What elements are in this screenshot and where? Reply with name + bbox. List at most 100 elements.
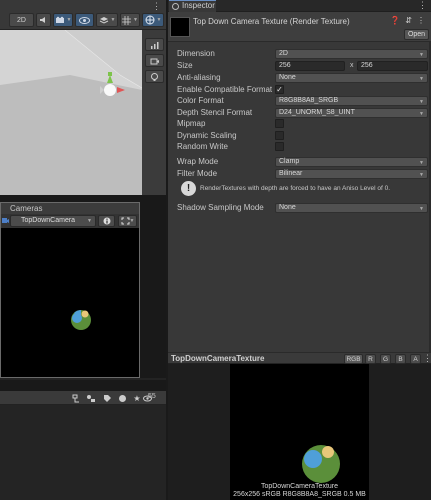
panel-divider[interactable] [0, 378, 166, 380]
render-texture-icon [170, 17, 190, 37]
wrap-mode-label: Wrap Mode [177, 157, 219, 166]
scene-viewport[interactable] [0, 30, 142, 195]
anti-aliasing-value: None [279, 74, 296, 81]
dynamic-scaling-label: Dynamic Scaling [177, 131, 237, 140]
random-write-checkbox[interactable] [275, 142, 284, 151]
camera-settings-button[interactable] [145, 54, 164, 67]
layers-icon [99, 17, 108, 24]
channel-a-label: A [413, 355, 418, 363]
effects-icon [55, 16, 64, 23]
scene-toolbar: 2D ▼ ▼ ▼ ▼ ⋮ [0, 0, 166, 30]
depth-stencil-format-dropdown[interactable]: D24_UNORM_S8_UINT ▼ [275, 108, 428, 118]
hierarchy-toolbar: ★ 55 [0, 391, 166, 405]
hidden-count: 55 [148, 393, 156, 400]
audio-toggle-button[interactable] [36, 13, 51, 27]
draw-mode-button[interactable]: ▼ [96, 13, 118, 27]
open-button-label: Open [407, 31, 426, 38]
chevron-down-icon: ▼ [129, 218, 135, 224]
channel-a-button[interactable]: A [410, 354, 421, 364]
gizmos-toggle-button[interactable]: ▼ [142, 13, 164, 27]
toggle-2d-label: 2D [17, 16, 26, 24]
wrap-mode-value: Clamp [279, 158, 300, 165]
eye-icon [79, 16, 90, 24]
chevron-down-icon: ▼ [419, 160, 424, 166]
wrap-mode-dropdown[interactable]: Clamp ▼ [275, 157, 428, 167]
inspector-header: Top Down Camera Texture (Render Texture)… [168, 12, 431, 42]
depth-stencil-format-value: D24_UNORM_S8_UINT [279, 109, 355, 116]
color-format-value: R8G8B8A8_SRGB [279, 97, 339, 104]
kebab-icon[interactable]: ⋮ [152, 1, 161, 12]
cameras-overlay-bar: TopDownCamera ▼ ▼ [1, 214, 139, 228]
enable-compatible-format-checkbox[interactable]: ✓ [275, 85, 284, 94]
bulb-icon [151, 72, 158, 81]
grid-icon [122, 15, 132, 25]
channel-g-button[interactable]: G [380, 354, 391, 364]
open-button[interactable]: Open [404, 29, 429, 40]
camera-select-dropdown[interactable]: TopDownCamera ▼ [10, 215, 96, 227]
camera-select-value: TopDownCamera [21, 217, 76, 224]
scene-tree-icon[interactable] [70, 392, 82, 404]
tab-inspector[interactable]: Inspector [169, 0, 216, 12]
preset-icon[interactable]: ⇵ [405, 16, 412, 25]
dynamic-scaling-checkbox[interactable] [275, 131, 284, 140]
help-icon[interactable]: ❓ [390, 16, 400, 25]
chevron-down-icon: ▼ [419, 111, 424, 117]
light-settings-button[interactable] [145, 70, 164, 83]
kebab-icon[interactable]: ⋮ [423, 353, 431, 364]
fit-frame-icon [121, 217, 130, 225]
filter-by-type-icon[interactable] [85, 392, 97, 404]
chevron-down-icon: ▼ [66, 17, 72, 23]
chevron-down-icon: ▼ [133, 17, 138, 23]
anti-aliasing-dropdown[interactable]: None ▼ [275, 73, 428, 83]
kebab-icon[interactable]: ⋮ [417, 16, 425, 25]
chevron-down-icon: ▼ [419, 52, 424, 58]
depth-stencil-format-label: Depth Stencil Format [177, 108, 253, 117]
dimension-dropdown[interactable]: 2D ▼ [275, 49, 428, 59]
hierarchy-panel[interactable] [0, 405, 166, 500]
scene-geometry [0, 30, 142, 195]
chevron-down-icon: ▼ [110, 17, 116, 23]
size-x-label: x [350, 62, 354, 69]
camera-info-button[interactable] [98, 215, 115, 227]
visibility-toggle-button[interactable] [75, 13, 94, 27]
toggle-2d-button[interactable]: 2D [9, 13, 34, 27]
filter-by-label-icon[interactable] [101, 392, 113, 404]
channel-b-button[interactable]: B [395, 354, 406, 364]
shadow-sampling-mode-value: None [279, 204, 296, 211]
stats-button[interactable] [145, 38, 164, 51]
tab-inspector-label: Inspector [182, 1, 215, 10]
texture-preview [230, 364, 369, 500]
chevron-down-icon: ▼ [419, 99, 424, 105]
mipmap-checkbox[interactable] [275, 119, 284, 128]
chevron-down-icon: ▼ [419, 76, 424, 82]
size-height-value: 256 [361, 62, 373, 69]
gizmo-icon [145, 15, 155, 25]
scene-side-toolbar [142, 30, 166, 195]
kebab-icon[interactable]: ⋮ [418, 0, 427, 11]
channel-rgb-label: RGB [346, 355, 361, 363]
size-width-field[interactable]: 256 [275, 61, 345, 71]
camera-icon [2, 217, 9, 224]
filter-mode-label: Filter Mode [177, 169, 218, 178]
channel-rgb-button[interactable]: RGB [344, 354, 363, 364]
mipmap-label: Mipmap [177, 119, 206, 128]
chevron-down-icon: ▼ [87, 218, 92, 224]
channel-b-label: B [398, 355, 403, 363]
preview-toolbar: TopDownCameraTexture RGB R G B A ⋮ [168, 352, 431, 364]
size-height-field[interactable]: 256 [357, 61, 428, 71]
cameras-overlay-title[interactable]: Cameras [1, 203, 139, 214]
shadow-sampling-mode-dropdown[interactable]: None ▼ [275, 203, 428, 213]
color-format-dropdown[interactable]: R8G8B8A8_SRGB ▼ [275, 96, 428, 106]
effects-toggle-button[interactable]: ▼ [53, 13, 73, 27]
info-icon [103, 217, 110, 225]
texture-preview-area: TopDownCameraTexture 256x256 sRGB R8G8B8… [168, 364, 431, 500]
bar-chart-icon [151, 41, 159, 49]
asset-title: Top Down Camera Texture (Render Texture) [193, 17, 350, 26]
header-icons: ❓ ⇵ ⋮ [390, 16, 425, 25]
anti-aliasing-label: Anti-aliasing [177, 73, 221, 82]
planet-sprite [302, 445, 340, 483]
camera-fit-button[interactable]: ▼ [118, 215, 137, 227]
grid-toggle-button[interactable]: ▼ [120, 13, 140, 27]
channel-r-button[interactable]: R [365, 354, 376, 364]
filter-by-marker-icon[interactable] [116, 392, 128, 404]
